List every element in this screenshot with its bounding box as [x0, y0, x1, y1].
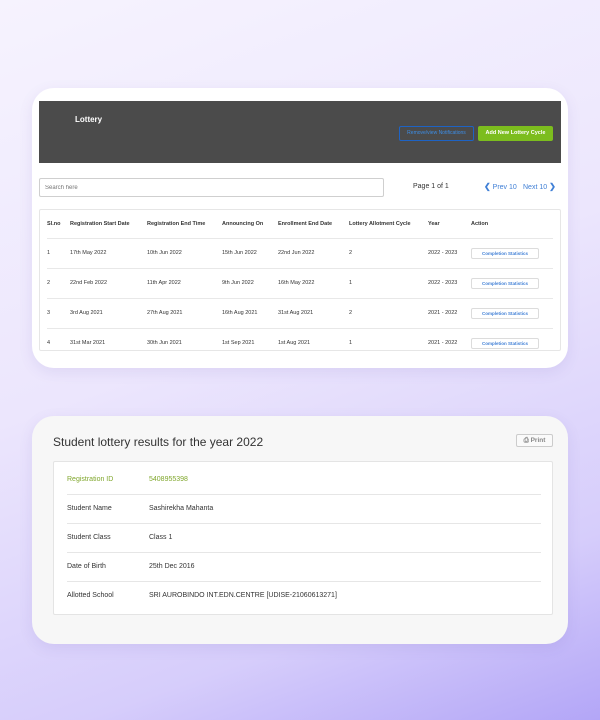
column-header: Registration Start Date [70, 220, 130, 227]
detail-value: Sashirekha Mahanta [149, 505, 214, 512]
detail-label: Student Class [67, 534, 111, 541]
results-card: Student lottery results for the year 202… [32, 416, 568, 644]
lottery-table: Sl.no Registration Start Date Registrati… [47, 210, 553, 358]
prev-page-button[interactable]: ❮ Prev 10 [484, 182, 517, 191]
cell-cycle: 2 [349, 297, 428, 328]
cell-slno: 2 [47, 267, 70, 298]
cell-cycle: 2 [349, 237, 428, 268]
cell-enroll-end: 22nd Jun 2022 [278, 237, 349, 268]
cell-announce: 15th Jun 2022 [222, 237, 278, 268]
column-header: Announcing On [222, 220, 264, 227]
cell-slno: 3 [47, 297, 70, 328]
completion-statistics-button[interactable]: Completion Statistics [471, 247, 539, 259]
chevron-right-icon: ❯ [549, 182, 556, 191]
detail-row-student-class: Student Class Class 1 [67, 524, 541, 553]
cell-cycle: 1 [349, 327, 428, 358]
cell-year: 2022 - 2023 [428, 267, 471, 298]
cell-reg-end: 10th Jun 2022 [147, 237, 222, 268]
cell-action: Completion Statistics [471, 297, 553, 328]
table-row: 3 3rd Aug 2021 27th Aug 2021 16th Aug 20… [47, 297, 553, 328]
table-row: 2 22nd Feb 2022 11th Apr 2022 9th Jun 20… [47, 267, 553, 298]
cell-year: 2021 - 2022 [428, 297, 471, 328]
column-header: Enrollment End Date [278, 220, 333, 227]
next-page-button[interactable]: Next 10 ❯ [523, 182, 556, 191]
remove-notifications-button[interactable]: Remove/view Notifications [399, 126, 474, 141]
detail-value: 25th Dec 2016 [149, 563, 195, 570]
completion-statistics-button[interactable]: Completion Statistics [471, 307, 539, 319]
column-header: Action [471, 220, 489, 227]
cell-reg-end: 30th Jun 2021 [147, 327, 222, 358]
cell-year: 2021 - 2022 [428, 327, 471, 358]
table-row: 1 17th May 2022 10th Jun 2022 15th Jun 2… [47, 237, 553, 268]
cell-year: 2022 - 2023 [428, 237, 471, 268]
detail-value: Class 1 [149, 534, 173, 541]
cell-slno: 4 [47, 327, 70, 358]
detail-value: 5408955398 [149, 476, 188, 483]
detail-label: Registration ID [67, 476, 114, 483]
lottery-header: Lottery Remove/view Notifications Add Ne… [39, 101, 561, 163]
cell-announce: 1st Sep 2021 [222, 327, 278, 358]
cell-enroll-end: 1st Aug 2021 [278, 327, 349, 358]
cell-enroll-end: 16th May 2022 [278, 267, 349, 298]
prev-page-label: Prev 10 [492, 184, 517, 191]
detail-label: Date of Birth [67, 563, 106, 570]
cell-reg-end: 11th Apr 2022 [147, 267, 222, 298]
page-background: Lottery Remove/view Notifications Add Ne… [0, 0, 600, 720]
detail-label: Student Name [67, 505, 112, 512]
column-header: Lottery Allotment Cycle [349, 220, 411, 227]
cell-reg-start: 22nd Feb 2022 [70, 267, 147, 298]
detail-row-date-of-birth: Date of Birth 25th Dec 2016 [67, 553, 541, 582]
column-header: Registration End Time [147, 220, 206, 227]
pager-info: Page 1 of 1 [413, 183, 449, 190]
detail-label: Allotted School [67, 592, 114, 599]
cell-enroll-end: 31st Aug 2021 [278, 297, 349, 328]
cell-cycle: 1 [349, 267, 428, 298]
cell-action: Completion Statistics [471, 237, 553, 268]
cell-reg-end: 27th Aug 2021 [147, 297, 222, 328]
add-lottery-cycle-button[interactable]: Add New Lottery Cycle [478, 126, 553, 141]
lottery-card: Lottery Remove/view Notifications Add Ne… [32, 88, 568, 368]
results-title: Student lottery results for the year 202… [53, 435, 264, 449]
table-header-row: Sl.no Registration Start Date Registrati… [47, 210, 553, 238]
completion-statistics-button[interactable]: Completion Statistics [471, 337, 539, 349]
next-page-label: Next 10 [523, 184, 548, 191]
cell-reg-start: 31st Mar 2021 [70, 327, 147, 358]
chevron-left-icon: ❮ [484, 182, 491, 191]
cell-reg-start: 17th May 2022 [70, 237, 147, 268]
print-button[interactable]: ⎙ Print [516, 434, 553, 447]
printer-icon: ⎙ [523, 437, 529, 444]
lottery-title: Lottery [75, 115, 103, 124]
search-input[interactable] [39, 178, 384, 197]
column-header: Year [428, 220, 440, 227]
cell-announce: 9th Jun 2022 [222, 267, 278, 298]
results-details: Registration ID 5408955398 Student Name … [53, 461, 553, 615]
column-header: Sl.no [47, 220, 61, 227]
completion-statistics-button[interactable]: Completion Statistics [471, 277, 539, 289]
detail-row-allotted-school: Allotted School SRI AUROBINDO INT.EDN.CE… [67, 582, 541, 611]
lottery-table-container: Sl.no Registration Start Date Registrati… [39, 209, 561, 358]
cell-announce: 16th Aug 2021 [222, 297, 278, 328]
print-label: Print [530, 437, 546, 444]
detail-row-registration-id: Registration ID 5408955398 [67, 466, 541, 495]
detail-value: SRI AUROBINDO INT.EDN.CENTRE [UDISE-2106… [149, 592, 337, 599]
cell-action: Completion Statistics [471, 267, 553, 298]
table-row: 4 31st Mar 2021 30th Jun 2021 1st Sep 20… [47, 327, 553, 358]
cell-reg-start: 3rd Aug 2021 [70, 297, 147, 328]
detail-row-student-name: Student Name Sashirekha Mahanta [67, 495, 541, 524]
cell-action: Completion Statistics [471, 327, 553, 358]
cell-slno: 1 [47, 237, 70, 268]
